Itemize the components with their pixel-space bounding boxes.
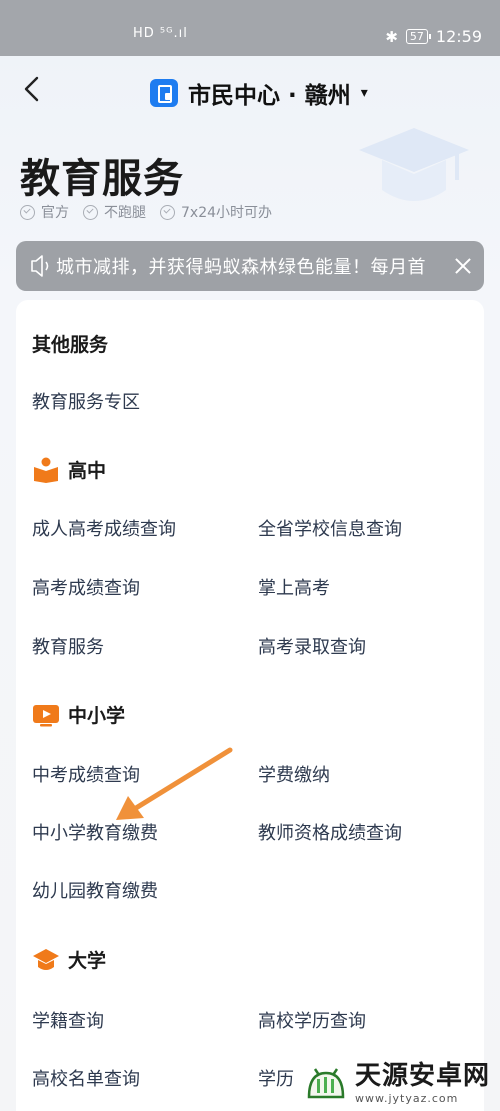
watermark-url: www.jytyaz.com xyxy=(354,1092,459,1105)
clock: 12:59 xyxy=(435,27,482,46)
city-selector[interactable]: 市民中心 · 赣州 ▾ xyxy=(150,76,368,110)
service-link[interactable]: 幼儿园教育缴费 xyxy=(32,877,158,903)
service-link[interactable]: 中考成绩查询 xyxy=(32,761,140,787)
signal-icons: HD ⁵ᴳ.ıl xyxy=(133,26,188,41)
graduation-cap-icon xyxy=(359,128,469,201)
service-link[interactable]: 全省学校信息查询 xyxy=(258,515,402,541)
service-link[interactable]: 高考成绩查询 xyxy=(32,574,140,600)
watermark-name: 天源安卓网 xyxy=(354,1061,490,1091)
badge-no-trip: 不跑腿 xyxy=(83,202,146,222)
graduation-cap-icon xyxy=(33,948,59,970)
video-play-icon xyxy=(33,704,59,726)
section-title-primary: 中小学 xyxy=(32,701,125,728)
close-icon[interactable] xyxy=(440,241,484,291)
check-circle-icon xyxy=(160,204,175,220)
site-watermark: 天源安卓网 www.jytyaz.com xyxy=(303,1055,490,1105)
section-title-university: 大学 xyxy=(32,946,106,973)
section-title-other: 其他服务 xyxy=(32,334,109,356)
service-badges: 官方 不跑腿 7x24小时可办 xyxy=(20,202,272,222)
service-link[interactable]: 学费缴纳 xyxy=(258,761,330,787)
service-link[interactable]: 高校学历查询 xyxy=(258,1007,366,1033)
badge-24h: 7x24小时可办 xyxy=(160,202,272,222)
service-link[interactable]: 高校名单查询 xyxy=(32,1065,140,1091)
check-circle-icon xyxy=(83,204,98,220)
speaker-icon xyxy=(31,255,49,277)
bluetooth-icon: ✱ xyxy=(385,27,398,46)
book-reader-icon xyxy=(34,457,58,483)
status-right: ✱ 57 12:59 xyxy=(385,27,482,46)
service-link[interactable]: 成人高考成绩查询 xyxy=(32,515,176,541)
nav-bar: 市民中心 · 赣州 ▾ xyxy=(0,56,500,126)
back-arrow-icon[interactable] xyxy=(18,74,48,104)
service-link[interactable]: 教育服务 xyxy=(32,633,104,659)
citizen-center-logo-icon xyxy=(150,79,178,107)
notice-text: 城市减排，并获得蚂蚁森林绿色能量！每月首 xyxy=(56,257,426,278)
service-link[interactable]: 教师资格成绩查询 xyxy=(258,819,402,845)
nav-title: 市民中心 · 赣州 xyxy=(188,83,351,109)
page-title: 教育服务 xyxy=(20,156,184,202)
section-title-high-school: 高中 xyxy=(32,456,106,483)
battery-icon: 57 xyxy=(405,29,431,44)
service-link[interactable]: 教育服务专区 xyxy=(32,388,140,414)
service-link[interactable]: 学历 xyxy=(258,1065,294,1091)
services-card: 其他服务 教育服务专区 高中 成人高考成绩查询 全省学校信息查询 高考成绩查询 … xyxy=(16,300,484,1111)
badge-official: 官方 xyxy=(20,202,69,222)
service-link[interactable]: 掌上高考 xyxy=(258,574,330,600)
check-circle-icon xyxy=(20,204,35,220)
status-bar: HD ⁵ᴳ.ıl ✱ 57 12:59 xyxy=(0,0,500,56)
android-logo-icon xyxy=(307,1068,345,1099)
service-link[interactable]: 学籍查询 xyxy=(32,1007,104,1033)
notice-banner[interactable]: 城市减排，并获得蚂蚁森林绿色能量！每月首 xyxy=(16,241,484,291)
service-link[interactable]: 高考录取查询 xyxy=(258,633,366,659)
service-link[interactable]: 中小学教育缴费 xyxy=(32,819,158,845)
caret-down-icon: ▾ xyxy=(360,85,368,101)
